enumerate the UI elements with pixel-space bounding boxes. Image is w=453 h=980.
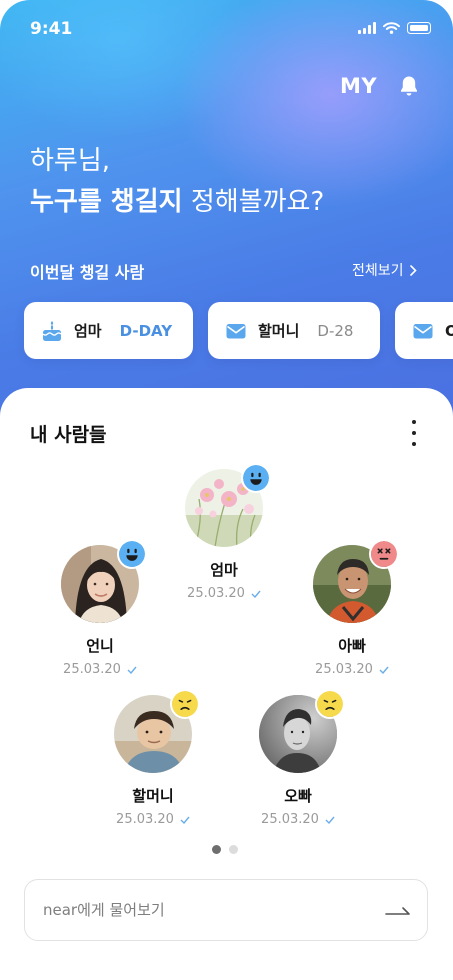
hero-background — [0, 0, 453, 440]
upcoming-card-dday: D-DAY — [119, 321, 173, 340]
person-date: 25.03.20 — [315, 662, 373, 677]
upcoming-card[interactable]: 엄마 D-DAY — [24, 302, 193, 359]
upcoming-card-dday: D-28 — [317, 321, 354, 340]
person-date-row: 25.03.20 — [164, 586, 284, 601]
check-icon — [127, 666, 137, 674]
page-indicator — [212, 845, 238, 854]
greeting-line-1: 하루님, — [30, 146, 111, 176]
ask-box — [24, 879, 428, 941]
person-date-row: 25.03.20 — [40, 662, 160, 677]
more-options-icon[interactable] — [406, 420, 422, 446]
upcoming-card[interactable]: 할머니 D-28 — [208, 302, 380, 359]
mail-icon — [413, 323, 433, 338]
page-dot[interactable] — [229, 845, 238, 854]
check-icon — [379, 666, 389, 674]
person-name: 할머니 — [132, 787, 174, 805]
wifi-icon — [383, 22, 400, 34]
person-name: 엄마 — [210, 561, 238, 579]
person-item[interactable]: 아빠 25.03.20 — [292, 539, 412, 677]
app-screen: 9:41 MY 하루님, 누구를 챙길지 정해볼까요? 이번달 챙길 사람 전체… — [0, 0, 453, 980]
person-name: 언니 — [86, 637, 114, 655]
upcoming-card-name: 할머니 — [258, 322, 300, 340]
status-icons — [358, 22, 431, 34]
person-name: 아빠 — [338, 637, 366, 655]
see-all-link[interactable]: 전체보기 — [352, 260, 417, 280]
dizzy-mood-icon — [369, 539, 399, 569]
upcoming-card-name: 엄마 — [74, 322, 102, 340]
battery-icon — [407, 22, 431, 34]
check-icon — [325, 816, 335, 824]
chevron-right-icon — [409, 264, 417, 276]
people-title: 내 사람들 — [30, 424, 107, 446]
person-date: 25.03.20 — [187, 586, 245, 601]
person-date: 25.03.20 — [63, 662, 121, 677]
person-date: 25.03.20 — [116, 812, 174, 827]
cake-icon — [42, 320, 62, 341]
person-date-row: 25.03.20 — [93, 812, 213, 827]
signal-icon — [358, 22, 376, 34]
person-item[interactable]: 엄마 25.03.20 — [164, 463, 284, 601]
bell-icon[interactable] — [397, 74, 421, 98]
upcoming-card[interactable]: O — [395, 302, 453, 359]
sad-mood-icon — [315, 689, 345, 719]
person-item[interactable]: 언니 25.03.20 — [40, 539, 160, 677]
greeting-rest: 정해볼까요? — [182, 187, 325, 217]
person-date-row: 25.03.20 — [292, 662, 412, 677]
mail-icon — [226, 323, 246, 338]
person-date: 25.03.20 — [261, 812, 319, 827]
greeting-emphasis: 누구를 챙길지 — [30, 187, 183, 217]
upcoming-card-name: O — [445, 321, 453, 340]
check-icon — [180, 816, 190, 824]
my-page-button[interactable]: MY — [340, 74, 377, 98]
greeting-line-2: 누구를 챙길지 정해볼까요? — [30, 181, 324, 218]
check-icon — [251, 590, 261, 598]
person-name: 오빠 — [284, 787, 312, 805]
ask-input[interactable] — [43, 880, 373, 940]
person-date-row: 25.03.20 — [238, 812, 358, 827]
person-item[interactable]: 할머니 25.03.20 — [93, 689, 213, 827]
happy-mood-icon — [241, 463, 271, 493]
upcoming-title: 이번달 챙길 사람 — [30, 263, 145, 282]
send-arrow-icon[interactable] — [385, 902, 411, 918]
page-dot-active[interactable] — [212, 845, 221, 854]
sad-mood-icon — [170, 689, 200, 719]
happy-mood-icon — [117, 539, 147, 569]
person-item[interactable]: 오빠 25.03.20 — [238, 689, 358, 827]
upcoming-card-list: 엄마 D-DAY 할머니 D-28 O — [24, 302, 453, 359]
see-all-label: 전체보기 — [352, 263, 404, 279]
status-time: 9:41 — [30, 19, 73, 39]
